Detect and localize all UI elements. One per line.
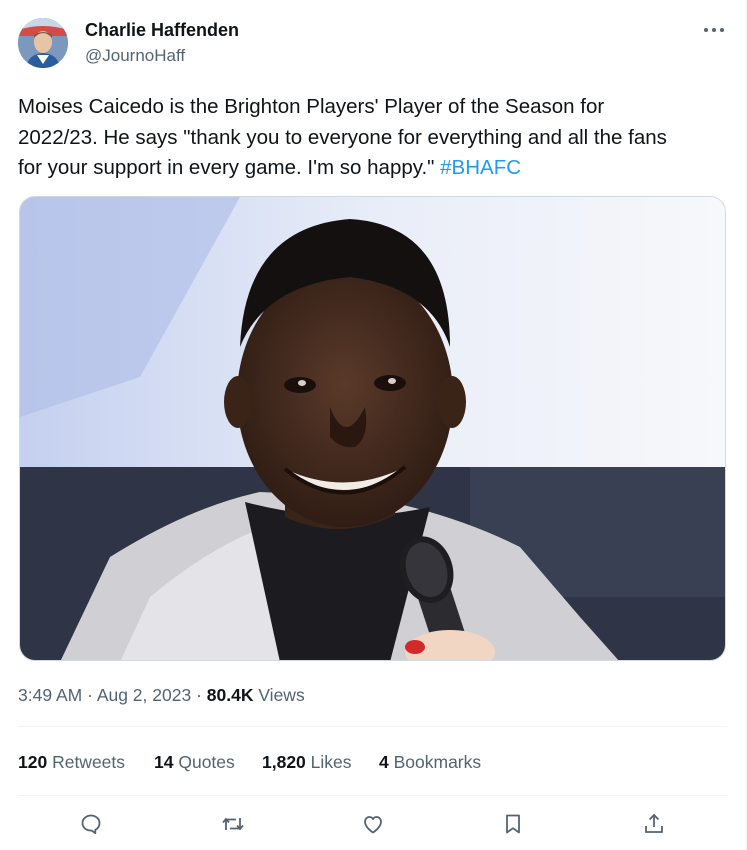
meta-separator: · [191,685,207,705]
like-button[interactable] [359,810,387,838]
author-display-name[interactable]: Charlie Haffenden [85,19,239,41]
tweet-body: Moises Caicedo is the Brighton Players' … [18,95,667,179]
more-button[interactable] [701,20,727,40]
likes-stat[interactable]: 1,820 Likes [262,750,352,774]
tweet-meta: 3:49 AM · Aug 2, 2023 · 80.4K Views [18,683,305,707]
likes-count: 1,820 [262,752,306,772]
share-icon [645,813,663,833]
likes-label: Likes [310,752,352,772]
divider [18,795,727,796]
reply-button[interactable] [77,810,105,838]
quotes-label: Quotes [178,752,235,772]
quotes-count: 14 [154,752,174,772]
bookmark-button[interactable] [499,810,527,838]
retweet-button[interactable] [219,810,247,838]
hashtag-link[interactable]: #BHAFC [440,156,521,179]
avatar-image [18,18,68,68]
photo [20,197,725,660]
reply-icon [81,814,101,834]
bookmark-icon [506,814,520,834]
retweets-stat[interactable]: 120 Retweets [18,750,125,774]
tweet-time[interactable]: 3:49 AM [18,685,82,705]
share-button[interactable] [640,810,668,838]
divider [18,726,727,727]
tweet-date[interactable]: Aug 2, 2023 [97,685,191,705]
tweet-text: Moises Caicedo is the Brighton Players' … [18,92,728,184]
meta-separator: · [82,685,97,705]
retweet-icon [222,817,244,831]
views-count: 80.4K [206,685,254,705]
like-icon [364,816,382,834]
views-label: Views [253,685,305,705]
bookmarks-stat[interactable]: 4 Bookmarks [379,750,481,774]
avatar[interactable] [18,18,68,68]
tweet-media-photo[interactable] [19,196,726,661]
more-icon [704,28,724,32]
bookmarks-count: 4 [379,752,389,772]
retweets-count: 120 [18,752,48,772]
author-handle[interactable]: @JournoHaff [85,45,185,67]
bookmarks-label: Bookmarks [393,752,482,772]
quotes-stat[interactable]: 14 Quotes [154,750,235,774]
retweets-label: Retweets [52,752,126,772]
